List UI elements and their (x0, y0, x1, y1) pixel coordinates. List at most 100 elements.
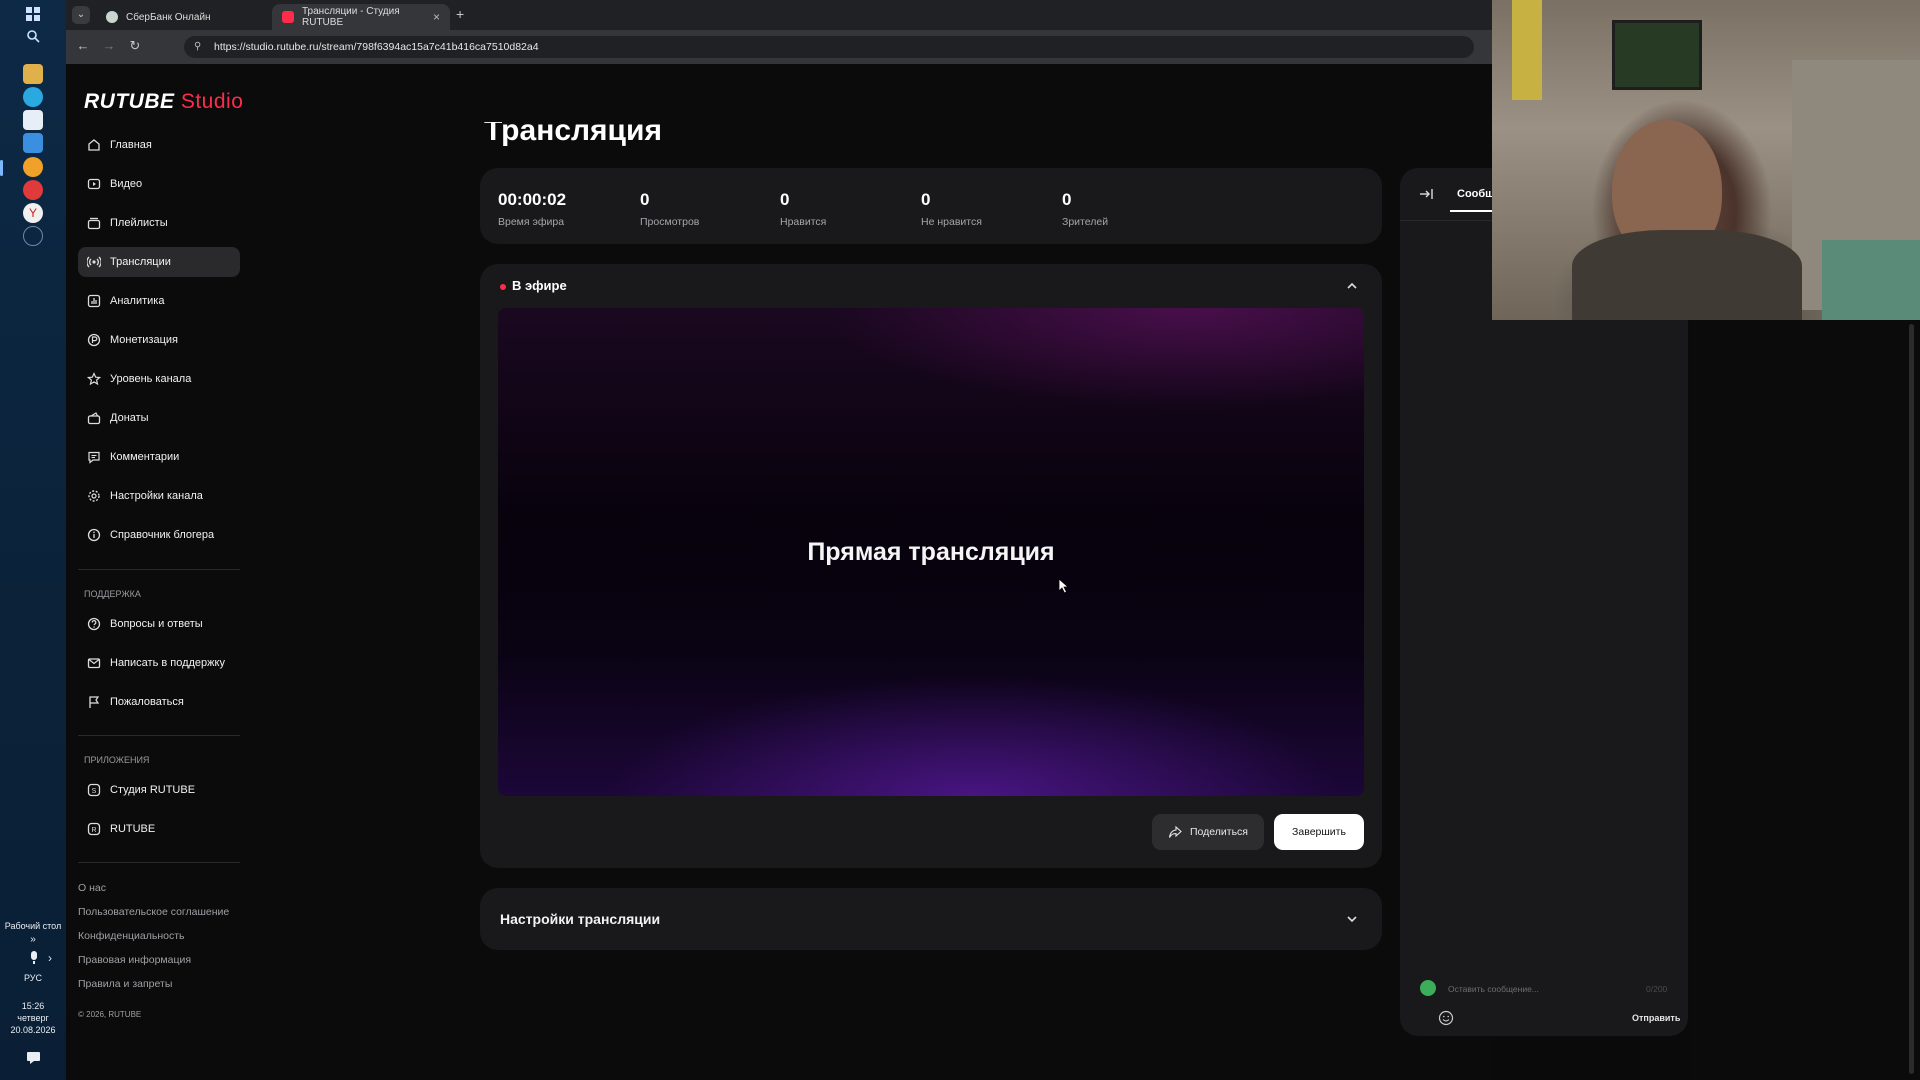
sidebar-item-label: Донаты (110, 412, 149, 424)
sidebar-item-label: Вопросы и ответы (110, 618, 203, 630)
sidebar-item-channel-settings[interactable]: Настройки канала (78, 481, 240, 511)
sidebar-item-analytics[interactable]: Аналитика (78, 286, 240, 316)
new-tab-plus-icon[interactable]: + (456, 6, 464, 22)
avatar (1420, 980, 1436, 996)
chevron-down-icon[interactable]: » (0, 934, 66, 946)
sidebar-item-report[interactable]: Пожаловаться (78, 687, 240, 717)
sidebar-item-broadcasts[interactable]: Трансляции (78, 247, 240, 277)
live-status-header: В эфире (500, 278, 567, 293)
sidebar-item-label: RUTUBE (110, 823, 156, 835)
yandex-browser-icon[interactable]: Y (23, 203, 43, 223)
taskbar-app-icon[interactable] (23, 133, 43, 153)
sidebar-item-playlists[interactable]: Плейлисты (78, 208, 240, 238)
page-scrollbar[interactable] (1909, 324, 1914, 1074)
sidebar-item-monetization[interactable]: Монетизация (78, 325, 240, 355)
calendar-app-icon[interactable] (23, 110, 43, 130)
search-icon[interactable] (23, 26, 43, 46)
close-icon[interactable]: × (433, 10, 440, 24)
sidebar-item-label: Монетизация (110, 334, 178, 346)
stream-preview-player[interactable]: Прямая трансляция (498, 308, 1364, 796)
stat-value: 0 (1062, 190, 1072, 209)
opera-browser-icon[interactable] (23, 180, 43, 200)
live-dot-icon (500, 283, 506, 290)
tab-title: Трансляции - Студия RUTUBE (302, 6, 400, 28)
sidebar-item-label: Написать в поддержку (110, 657, 225, 669)
stat-value: 0 (640, 190, 650, 209)
mouse-cursor-icon (1058, 578, 1070, 599)
back-arrow-icon[interactable]: ← (74, 38, 92, 53)
footer-link-privacy[interactable]: Конфиденциальность (78, 930, 185, 942)
stream-settings-accordion[interactable]: Настройки трансляции (480, 888, 1382, 950)
sidebar-item-write-support[interactable]: Написать в поддержку (78, 648, 240, 678)
chevron-up-icon[interactable] (1342, 276, 1362, 296)
sidebar-item-channel-level[interactable]: Уровень канала (78, 364, 240, 394)
chrome-browser-icon[interactable] (23, 157, 43, 177)
chat-send-button[interactable]: Отправить (1632, 1013, 1680, 1023)
url-field[interactable]: ⚲ https://studio.rutube.ru/stream/798f63… (184, 36, 1474, 58)
browser-tab-sberbank[interactable]: СберБанк Онлайн × (96, 4, 296, 30)
sidebar-item-donations[interactable]: Донаты (78, 403, 240, 433)
sidebar-item-studio-app[interactable]: S Студия RUTUBE (78, 775, 240, 805)
site-info-icon[interactable]: ⚲ (194, 41, 201, 52)
share-button[interactable]: Поделиться (1152, 814, 1264, 850)
live-card: В эфире Прямая трансляция Поделиться Зав… (480, 264, 1382, 868)
sidebar-item-label: Пожаловаться (110, 696, 184, 708)
clock-time[interactable]: 15:26 (0, 1000, 66, 1012)
microphone-icon[interactable] (24, 948, 44, 968)
url-text: https://studio.rutube.ru/stream/798f6394… (214, 41, 539, 53)
flag-icon (86, 694, 102, 710)
windows-start-icon[interactable] (23, 4, 43, 24)
wall-picture (1612, 20, 1702, 90)
forward-arrow-icon[interactable]: → (100, 38, 118, 53)
stat-label: Нравится (780, 216, 827, 228)
browser-tab-bar: ⌄ СберБанк Онлайн × Трансляции - Студия … (66, 0, 1492, 30)
sidebar-item-label: Справочник блогера (110, 529, 215, 541)
rutube-studio-logo[interactable]: RUTUBE Studio (84, 90, 243, 114)
flag-decoration (1512, 0, 1542, 100)
notifications-icon[interactable] (23, 1048, 43, 1068)
sidebar-item-comments[interactable]: Комментарии (78, 442, 240, 472)
sidebar-item-faq[interactable]: Вопросы и ответы (78, 609, 240, 639)
logo-brand: RUTUBE (84, 90, 175, 113)
collapse-chat-icon[interactable] (1418, 186, 1434, 202)
reload-icon[interactable]: ↻ (126, 38, 144, 54)
finish-stream-button[interactable]: Завершить (1274, 814, 1364, 850)
monetization-icon (86, 332, 102, 348)
settings-app-icon[interactable] (23, 226, 43, 246)
browser-tab-rutube[interactable]: Трансляции - Студия RUTUBE × (272, 4, 450, 30)
stream-settings-title: Настройки трансляции (500, 911, 661, 927)
sidebar-item-home[interactable]: Главная (78, 130, 240, 160)
clock-date[interactable]: 20.08.2026 (0, 1024, 66, 1036)
chevron-down-icon[interactable] (1342, 909, 1362, 929)
language-indicator[interactable]: РУС (0, 972, 66, 984)
stat-views: 0 Просмотров (640, 190, 699, 228)
stat-label: Просмотров (640, 216, 700, 228)
footer-link-about[interactable]: О нас (78, 882, 106, 894)
chevron-right-icon[interactable]: › (44, 948, 56, 968)
edge-browser-icon[interactable] (23, 87, 43, 107)
sidebar-divider (78, 569, 240, 570)
footer-link-rules[interactable]: Правила и запреты (78, 978, 172, 990)
svg-text:S: S (92, 788, 97, 795)
sidebar-item-label: Аналитика (110, 295, 165, 307)
apps-heading: ПРИЛОЖЕНИЯ (84, 755, 150, 765)
info-icon (86, 527, 102, 543)
emoji-icon[interactable] (1438, 1010, 1454, 1026)
studio-app-icon: S (86, 782, 102, 798)
sidebar-item-label: Главная (110, 139, 152, 151)
sidebar-item-blogger-guide[interactable]: Справочник блогера (78, 520, 240, 550)
rutube-studio-app: RUTUBE Studio Главная Видео Плейлисты Тр… (66, 64, 1492, 1080)
footer-link-legal[interactable]: Правовая информация (78, 954, 191, 966)
tab-search-button[interactable]: ⌄ (72, 6, 90, 24)
desktop-label[interactable]: Рабочий стол (0, 920, 66, 932)
footer-link-terms[interactable]: Пользовательское соглашение (78, 906, 229, 918)
sidebar-item-label: Видео (110, 178, 143, 190)
page-title: Трансляция (484, 122, 662, 147)
chat-tab-messages[interactable]: Сообщ (1457, 188, 1494, 200)
sidebar-item-video[interactable]: Видео (78, 169, 240, 199)
chat-message-input[interactable]: Оставить сообщение... (1448, 984, 1539, 994)
file-explorer-icon[interactable] (23, 64, 43, 84)
sidebar-item-rutube-app[interactable]: R RUTUBE (78, 814, 240, 844)
broadcast-icon (86, 254, 102, 270)
clock-weekday[interactable]: четверг (0, 1012, 66, 1024)
